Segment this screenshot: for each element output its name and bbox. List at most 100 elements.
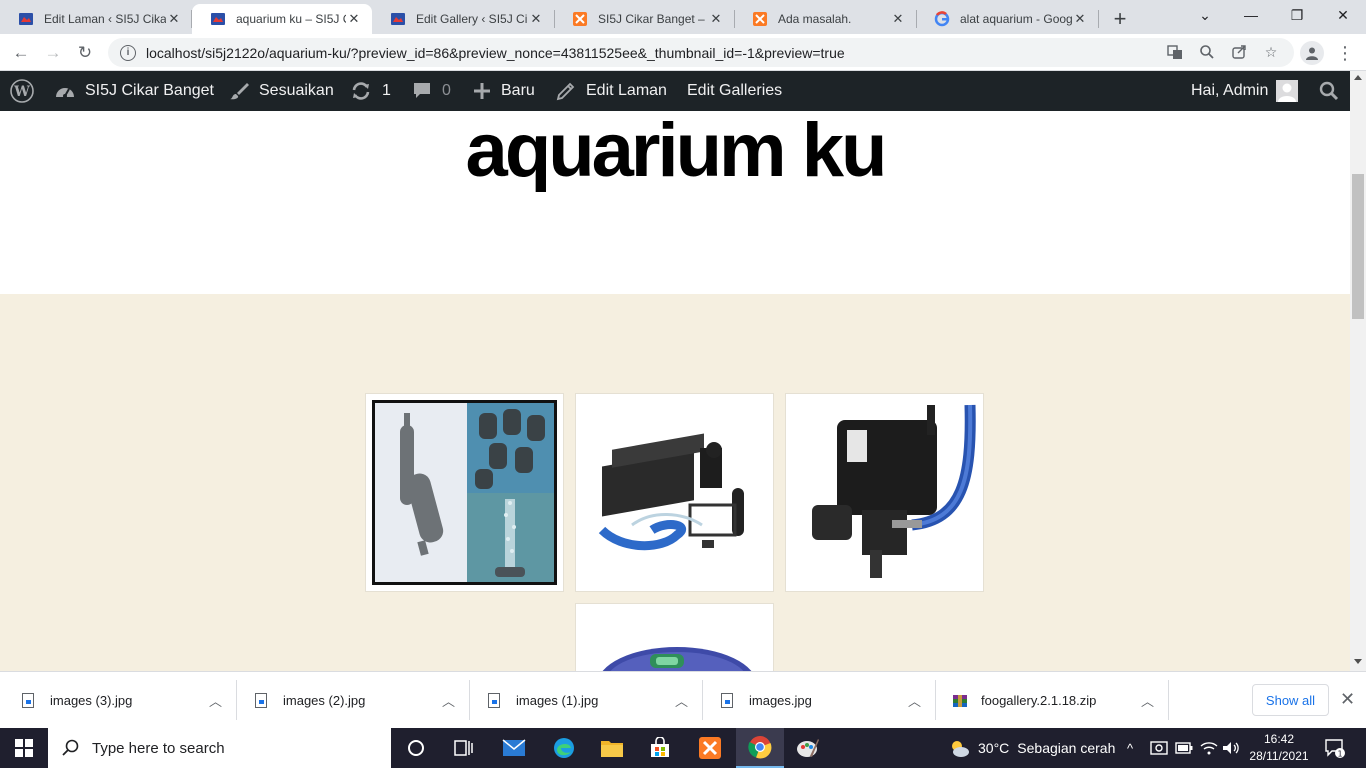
wordpress-logo-icon[interactable]: W	[10, 71, 34, 111]
site-name-link[interactable]: SI5J Cikar Banget	[55, 71, 214, 111]
site-name-label: SI5J Cikar Banget	[85, 82, 214, 99]
close-tab-icon[interactable]: ✕	[528, 11, 544, 27]
volume-icon[interactable]	[1222, 728, 1240, 768]
browser-tab[interactable]: Edit Laman ‹ SI5J Cikar Banget ✕	[0, 4, 192, 34]
download-filename: images (3).jpg	[50, 693, 133, 708]
zoom-icon[interactable]	[1198, 43, 1216, 61]
tab-title: aquarium ku – SI5J Cikar Banget	[236, 12, 346, 26]
download-item[interactable]: images (2).jpg ︿	[255, 672, 455, 729]
gallery-item[interactable]	[575, 603, 774, 671]
close-tab-icon[interactable]: ✕	[1072, 11, 1088, 27]
new-content-link[interactable]: Baru	[473, 71, 535, 111]
download-item[interactable]: foogallery.2.1.18.zip ︿	[952, 672, 1154, 729]
comments-link[interactable]: 0	[412, 71, 451, 111]
site-info-icon[interactable]: i	[120, 44, 136, 61]
back-arrow-icon[interactable]: ←	[8, 40, 34, 66]
download-item[interactable]: images (3).jpg ︿	[22, 672, 222, 729]
browser-menu-icon[interactable]: ⋮	[1336, 40, 1354, 66]
customize-link[interactable]: Sesuaikan	[229, 71, 334, 111]
close-tab-icon[interactable]: ✕	[346, 11, 362, 27]
download-filename: images (2).jpg	[283, 693, 366, 708]
chevron-up-icon[interactable]: ︿	[908, 691, 921, 710]
microsoft-store-icon[interactable]	[636, 728, 684, 768]
gallery-item[interactable]	[575, 393, 774, 592]
close-tab-icon[interactable]: ✕	[708, 11, 724, 27]
reload-icon[interactable]: ↻	[72, 40, 98, 66]
new-tab-button[interactable]: +	[1108, 6, 1132, 32]
filter-box-image[interactable]	[582, 400, 767, 585]
xampp-icon[interactable]	[686, 728, 734, 768]
gallery-item[interactable]	[365, 393, 564, 592]
address-bar[interactable]: i localhost/si5j2122o/aquarium-ku/?previ…	[108, 38, 1294, 67]
close-shelf-icon[interactable]: ✕	[1340, 689, 1355, 710]
edge-browser-icon[interactable]	[540, 728, 588, 768]
close-tab-icon[interactable]: ✕	[166, 11, 182, 27]
edit-page-link[interactable]: Edit Laman	[556, 71, 667, 111]
taskbar-search-box[interactable]: Type here to search	[48, 728, 391, 768]
taskbar-clock[interactable]: 16:42 28/11/2021	[1240, 731, 1318, 765]
search-icon[interactable]	[1319, 71, 1339, 111]
file-explorer-icon[interactable]	[588, 728, 636, 768]
my-account-link[interactable]: Hai, Admin	[1191, 71, 1299, 111]
browser-tab[interactable]: alat aquarium - Google Search ✕	[916, 4, 1098, 34]
taskbar-search-placeholder: Type here to search	[92, 739, 225, 757]
download-item[interactable]: images (1).jpg ︿	[488, 672, 688, 729]
close-tab-icon[interactable]: ✕	[890, 11, 906, 27]
edit-galleries-link[interactable]: Edit Galleries	[687, 71, 782, 111]
chevron-up-icon[interactable]: ︿	[442, 691, 455, 710]
profile-avatar-icon[interactable]	[1300, 41, 1324, 65]
paint-app-icon[interactable]	[784, 728, 832, 768]
cortana-icon[interactable]	[392, 728, 440, 768]
mail-icon[interactable]	[490, 728, 538, 768]
show-all-button[interactable]: Show all	[1252, 684, 1329, 716]
notification-center-icon[interactable]: 1	[1324, 728, 1346, 768]
share-icon[interactable]	[1230, 43, 1248, 61]
search-icon	[62, 739, 80, 757]
browser-tab[interactable]: SI5J Cikar Banget – ikan ✕	[554, 4, 734, 34]
show-hidden-icons-chevron[interactable]: ^	[1127, 728, 1133, 768]
air-stone-image[interactable]	[372, 400, 557, 585]
gallery-item[interactable]	[785, 393, 984, 592]
partly-sunny-icon	[948, 738, 970, 758]
clock-time: 16:42	[1263, 732, 1295, 746]
wordpress-admin-icon	[19, 13, 33, 25]
url-text[interactable]: localhost/si5j2122o/aquarium-ku/?preview…	[146, 45, 845, 61]
minimize-icon[interactable]: —	[1228, 0, 1274, 30]
wifi-icon[interactable]	[1200, 728, 1218, 768]
task-view-icon[interactable]	[440, 728, 488, 768]
zip-archive-icon	[952, 693, 968, 709]
scrollbar-thumb[interactable]	[1352, 174, 1364, 319]
tray-app-icon[interactable]	[1150, 728, 1168, 768]
chevron-up-icon[interactable]: ︿	[209, 691, 222, 710]
water-pump-image[interactable]	[792, 400, 977, 585]
forward-arrow-icon[interactable]: →	[40, 40, 66, 66]
scroll-up-arrow-icon[interactable]	[1354, 75, 1362, 80]
translate-icon[interactable]	[1166, 43, 1184, 61]
air-pump-image[interactable]	[582, 610, 767, 671]
restore-icon[interactable]: ❐	[1274, 0, 1320, 30]
chevron-up-icon[interactable]: ︿	[1141, 691, 1154, 710]
divider	[236, 680, 237, 720]
wordpress-admin-icon	[211, 13, 225, 25]
scroll-down-arrow-icon[interactable]	[1354, 659, 1362, 664]
wp-admin-bar: W SI5J Cikar Banget Sesuaikan 1 0 Baru E…	[0, 71, 1350, 111]
weather-widget[interactable]: 30°C Sebagian cerah	[948, 728, 1115, 768]
close-window-icon[interactable]: ✕	[1320, 0, 1366, 30]
tab-title: SI5J Cikar Banget – ikan	[598, 12, 708, 26]
chrome-icon[interactable]	[736, 728, 784, 768]
browser-tab[interactable]: Edit Gallery ‹ SI5J Cikar Banget ✕	[372, 4, 554, 34]
divider	[702, 680, 703, 720]
download-item[interactable]: images.jpg ︿	[721, 672, 921, 729]
page-scrollbar[interactable]	[1350, 71, 1366, 671]
updates-link[interactable]: 1	[350, 71, 391, 111]
plus-icon	[473, 82, 491, 100]
bookmark-star-icon[interactable]: ☆	[1262, 43, 1280, 61]
browser-tab[interactable]: Ada masalah. ✕	[734, 4, 916, 34]
tab-search-chevron-icon[interactable]: ⌄	[1182, 0, 1228, 30]
browser-toolbar: ← → ↻ i localhost/si5j2122o/aquarium-ku/…	[0, 34, 1366, 71]
xampp-icon	[753, 12, 767, 26]
browser-tab-active[interactable]: aquarium ku – SI5J Cikar Banget ✕	[192, 4, 372, 34]
chevron-up-icon[interactable]: ︿	[675, 691, 688, 710]
windows-start-icon[interactable]	[0, 728, 48, 768]
battery-icon[interactable]	[1175, 728, 1193, 768]
